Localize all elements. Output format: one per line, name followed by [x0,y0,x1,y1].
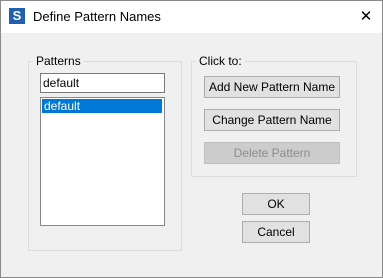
patterns-group-label: Patterns [33,54,84,68]
patterns-groupbox: Patterns default [28,54,182,251]
patterns-listbox[interactable]: default [40,97,165,226]
click-to-group-label: Click to: [196,54,245,68]
click-to-groupbox: Click to: Add New Pattern Name Change Pa… [191,54,357,177]
add-new-pattern-name-button[interactable]: Add New Pattern Name [204,76,340,98]
pattern-name-input[interactable] [40,73,165,93]
dialog-body: Patterns default Click to: Add New Patte… [1,33,382,277]
title-bar[interactable]: S Define Pattern Names ✕ [1,1,382,33]
define-pattern-names-dialog: S Define Pattern Names ✕ Patterns defaul… [0,0,383,278]
list-item[interactable]: default [42,99,162,113]
cancel-button[interactable]: Cancel [242,221,310,243]
dialog-title: Define Pattern Names [33,9,161,24]
change-pattern-name-button[interactable]: Change Pattern Name [204,109,340,131]
close-icon: ✕ [359,8,373,25]
close-button[interactable]: ✕ [350,1,382,33]
delete-pattern-button: Delete Pattern [204,142,340,164]
app-logo-icon: S [9,8,25,24]
ok-button[interactable]: OK [242,193,310,215]
